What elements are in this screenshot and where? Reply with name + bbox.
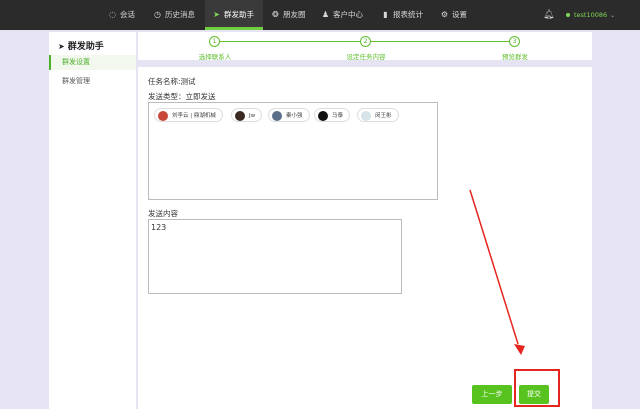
red-highlight-box	[514, 369, 560, 407]
red-arrow-annotation	[0, 0, 640, 409]
